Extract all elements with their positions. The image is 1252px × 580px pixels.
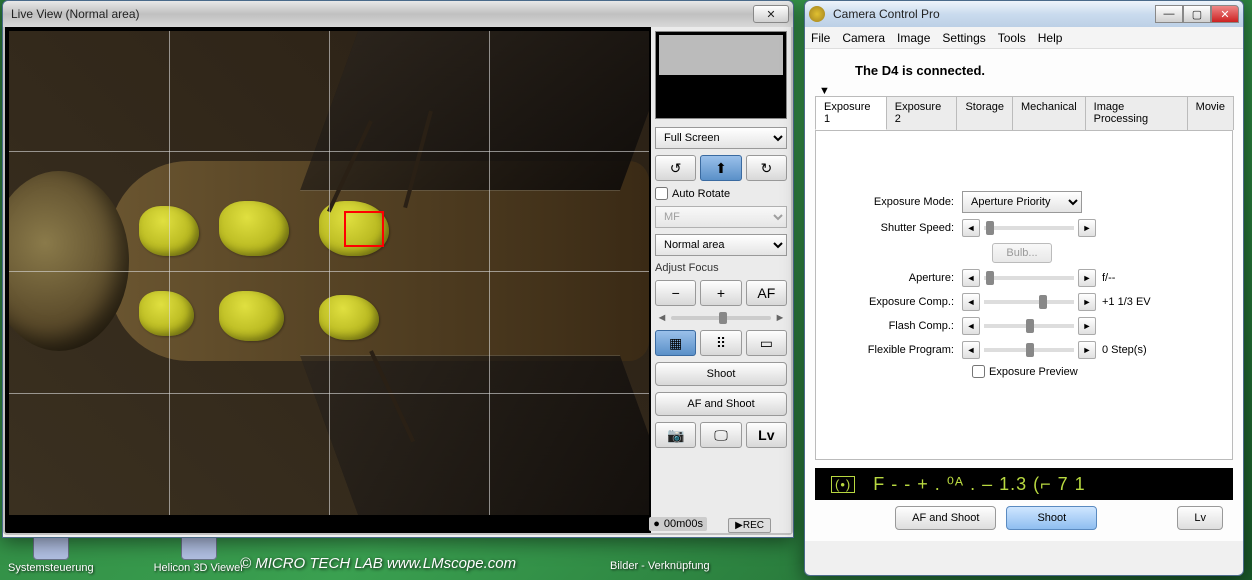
nudge-right-icon[interactable]: ► <box>1078 219 1096 237</box>
live-view-title: Live View (Normal area) <box>7 7 753 21</box>
menu-camera[interactable]: Camera <box>842 31 885 45</box>
af-and-shoot-button[interactable]: AF and Shoot <box>655 392 787 416</box>
camera-lcd-display: (•) F - - + . ⁰ᴬ . – 1.3 (⌐ 7 1 <box>815 468 1233 500</box>
minimize-button[interactable]: — <box>1155 5 1183 23</box>
nudge-left-icon[interactable]: ◄ <box>962 219 980 237</box>
menu-settings[interactable]: Settings <box>942 31 985 45</box>
close-button[interactable]: ✕ <box>1211 5 1239 23</box>
flash-label: Flash Comp.: <box>832 320 962 332</box>
watermark: © MICRO TECH LAB www.LMscope.com <box>240 555 516 572</box>
upload-button[interactable]: ⬆ <box>700 155 741 181</box>
shoot-button[interactable]: Shoot <box>655 362 787 386</box>
app-icon <box>809 6 825 22</box>
bulb-button[interactable]: Bulb... <box>992 243 1052 263</box>
aperture-value: f/-- <box>1102 272 1115 284</box>
lcd-readout: F - - + . ⁰ᴬ . – 1.3 (⌐ 7 1 <box>873 474 1085 495</box>
live-view-controls: Full Screen ↺ ⬆ ↻ Auto Rotate MF Normal … <box>651 27 791 533</box>
histogram-button[interactable]: ⠿ <box>700 330 741 356</box>
rec-button[interactable]: ▶REC <box>728 518 771 533</box>
expcomp-value: +1 1/3 EV <box>1102 296 1151 308</box>
focus-rectangle[interactable] <box>344 211 384 247</box>
shoot-button[interactable]: Shoot <box>1006 506 1097 530</box>
adjust-focus-label: Adjust Focus <box>655 262 787 274</box>
flex-slider[interactable]: ◄► <box>962 341 1096 359</box>
flex-value: 0 Step(s) <box>1102 344 1147 356</box>
desktop-shortcut-bilder[interactable]: Bilder - Verknüpfung <box>610 560 710 572</box>
aperture-slider[interactable]: ◄► <box>962 269 1096 287</box>
live-view-window: Live View (Normal area) ✕ Full Screen ↺ <box>2 0 794 538</box>
live-view-image[interactable] <box>9 31 649 515</box>
focus-minus-button[interactable]: − <box>655 280 696 306</box>
ccp-titlebar[interactable]: Camera Control Pro — ▢ ✕ <box>805 1 1243 27</box>
exposure-panel: Exposure Mode: Aperture Priority Shutter… <box>815 130 1233 460</box>
menu-file[interactable]: File <box>811 31 830 45</box>
connection-status: The D4 is connected. <box>855 63 1233 78</box>
preview-thumb <box>655 31 787 119</box>
lv-button[interactable]: Lv <box>746 422 787 448</box>
rotate-ccw-button[interactable]: ↺ <box>655 155 696 181</box>
shutter-speed-label: Shutter Speed: <box>832 222 962 234</box>
tab-bar: Exposure 1 Exposure 2 Storage Mechanical… <box>815 96 1233 130</box>
record-timer: ●00m00s <box>649 517 707 531</box>
focus-slider[interactable]: ◄► <box>655 312 787 324</box>
exposure-preview-checkbox[interactable]: Exposure Preview <box>972 365 1216 378</box>
menu-bar: File Camera Image Settings Tools Help <box>805 27 1243 49</box>
maximize-button[interactable]: ▢ <box>1183 5 1211 23</box>
exposure-mode-select[interactable]: Aperture Priority <box>962 191 1082 213</box>
menu-tools[interactable]: Tools <box>998 31 1026 45</box>
flex-label: Flexible Program: <box>832 344 962 356</box>
menu-help[interactable]: Help <box>1038 31 1063 45</box>
tab-storage[interactable]: Storage <box>956 96 1013 130</box>
expcomp-slider[interactable]: ◄► <box>962 293 1096 311</box>
camera-control-pro-window: Camera Control Pro — ▢ ✕ File Camera Ima… <box>804 0 1244 576</box>
monitor-icon-button[interactable]: 🖵 <box>700 422 741 448</box>
metering-icon: (•) <box>831 476 855 493</box>
live-view-titlebar[interactable]: Live View (Normal area) ✕ <box>3 1 793 27</box>
ccp-title: Camera Control Pro <box>829 7 1155 21</box>
exposure-mode-label: Exposure Mode: <box>832 196 962 208</box>
expcomp-label: Exposure Comp.: <box>832 296 962 308</box>
focus-plus-button[interactable]: + <box>700 280 741 306</box>
rotate-cw-button[interactable]: ↻ <box>746 155 787 181</box>
area-mode-select[interactable]: Normal area <box>655 234 787 256</box>
lv-button[interactable]: Lv <box>1177 506 1223 530</box>
tab-mechanical[interactable]: Mechanical <box>1012 96 1086 130</box>
flash-slider[interactable]: ◄► <box>962 317 1096 335</box>
grid-view-button[interactable]: ▦ <box>655 330 696 356</box>
tab-movie[interactable]: Movie <box>1187 96 1234 130</box>
shutter-speed-slider[interactable]: ◄ ► <box>962 219 1096 237</box>
aperture-label: Aperture: <box>832 272 962 284</box>
focus-mode-select[interactable]: MF <box>655 206 787 228</box>
af-and-shoot-button[interactable]: AF and Shoot <box>895 506 996 530</box>
tab-exposure-1[interactable]: Exposure 1 <box>815 96 887 130</box>
close-button[interactable]: ✕ <box>753 5 789 23</box>
af-button[interactable]: AF <box>746 280 787 306</box>
tab-exposure-2[interactable]: Exposure 2 <box>886 96 958 130</box>
camera-icon-button[interactable]: 📷 <box>655 422 696 448</box>
grid-overlay <box>9 31 649 515</box>
menu-image[interactable]: Image <box>897 31 930 45</box>
auto-rotate-checkbox[interactable]: Auto Rotate <box>655 187 787 200</box>
fullscreen-select[interactable]: Full Screen <box>655 127 787 149</box>
fit-button[interactable]: ▭ <box>746 330 787 356</box>
tab-image-processing[interactable]: Image Processing <box>1085 96 1188 130</box>
